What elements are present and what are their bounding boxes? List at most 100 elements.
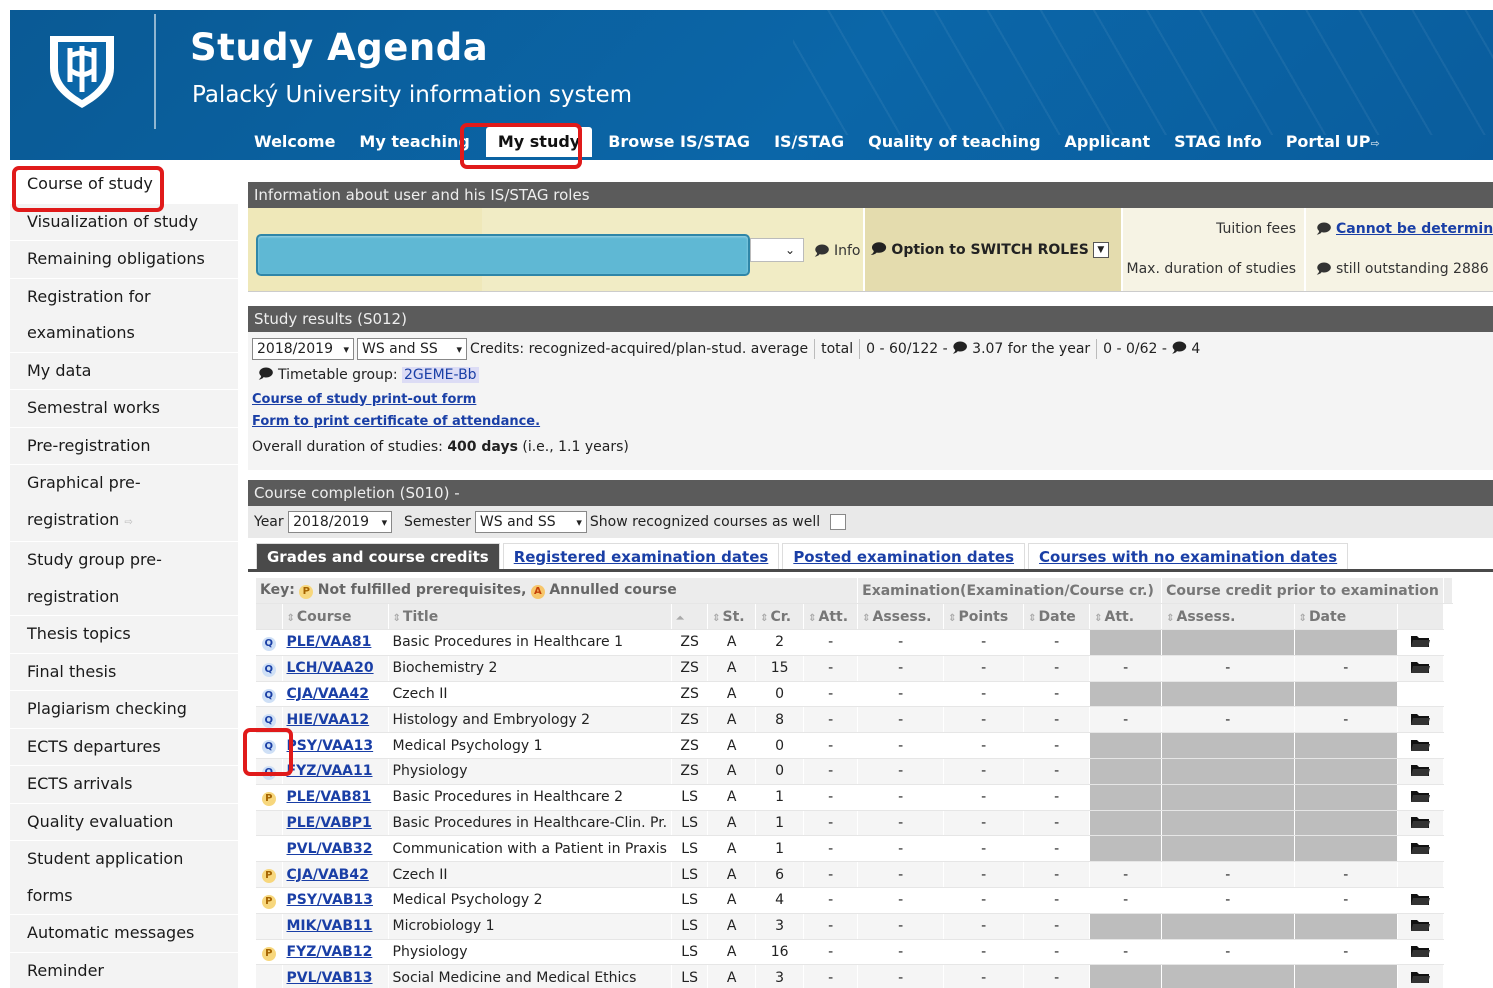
credits-column-header[interactable]: ⇕ Cr. bbox=[755, 603, 805, 631]
results-semester-select[interactable]: WS and SS ▾ bbox=[357, 338, 467, 360]
total-label: total bbox=[821, 341, 854, 357]
sidebar-item-automatic-messages[interactable]: Automatic messages bbox=[10, 915, 238, 953]
row-icon-cell bbox=[256, 835, 283, 863]
course-title-cell: Microbiology 1 bbox=[388, 913, 673, 940]
completion-year-select[interactable]: 2018/2019 ▾ bbox=[288, 511, 393, 533]
status-cell: A bbox=[707, 758, 757, 785]
courses-table: Key: P Not fulfilled prerequisites, A An… bbox=[256, 578, 1453, 988]
certificate-of-attendance-link[interactable]: Form to print certificate of attendance. bbox=[252, 414, 540, 429]
nav-portal-up[interactable]: Portal UP⇨ bbox=[1274, 127, 1392, 157]
folder-icon[interactable] bbox=[1410, 969, 1431, 983]
status-column-header[interactable]: ⇕ St. bbox=[707, 603, 757, 631]
credit-attempt-column-header[interactable]: ⇕ Att. bbox=[1089, 603, 1163, 631]
folder-icon[interactable] bbox=[1410, 737, 1431, 751]
tab-registered-examination-dates[interactable]: Registered examination dates bbox=[502, 543, 780, 569]
sidebar-item-thesis-topics[interactable]: Thesis topics bbox=[10, 616, 238, 654]
sidebar-item-final-thesis[interactable]: Final thesis bbox=[10, 654, 238, 691]
info-icon[interactable]: Q bbox=[261, 636, 276, 651]
folder-icon[interactable] bbox=[1410, 711, 1431, 725]
sidebar-item-pre-registration[interactable]: Pre-registration bbox=[10, 428, 238, 465]
course-code-cell: PSY/VAB13 bbox=[282, 887, 389, 914]
attempt-column-header[interactable]: ⇕ Att. bbox=[803, 603, 859, 631]
nav-browse-is-stag[interactable]: Browse IS/STAG bbox=[596, 127, 762, 157]
tab-grades-and-credits[interactable]: Grades and course credits bbox=[256, 543, 500, 569]
sidebar-item-student-application-forms[interactable]: Student application forms bbox=[10, 841, 238, 915]
switch-roles-button[interactable]: 🗩 Option to SWITCH ROLES ▼ bbox=[865, 208, 1123, 291]
course-code-link[interactable]: PLE/VAB81 bbox=[287, 789, 372, 805]
info-icon[interactable]: Q bbox=[261, 714, 276, 729]
tab-posted-examination-dates[interactable]: Posted examination dates bbox=[782, 543, 1026, 569]
course-code-link[interactable]: PSY/VAB13 bbox=[287, 892, 373, 908]
results-year-select[interactable]: 2018/2019 ▾ bbox=[252, 338, 354, 360]
timetable-group-value[interactable]: 2GEME-Bb bbox=[402, 367, 479, 383]
info-icon[interactable]: Q bbox=[261, 688, 276, 703]
folder-icon[interactable] bbox=[1410, 891, 1431, 906]
semester-cell: LS bbox=[671, 784, 709, 811]
status-column-label: St. bbox=[722, 608, 745, 625]
nav-stag-info[interactable]: STAG Info bbox=[1162, 127, 1274, 157]
sidebar-item-quality-evaluation[interactable]: Quality evaluation bbox=[10, 804, 238, 841]
credit-assessment-column-header[interactable]: ⇕ Assess. bbox=[1161, 603, 1295, 631]
credit-assessment-cell bbox=[1161, 629, 1295, 656]
row-icon-cell: P bbox=[256, 939, 283, 966]
course-code-link[interactable]: PVL/VAB32 bbox=[287, 841, 373, 857]
folder-cell bbox=[1397, 681, 1444, 708]
app-header: Study Agenda Palacký University informat… bbox=[10, 10, 1493, 160]
sidebar-item-plagiarism-checking[interactable]: Plagiarism checking bbox=[10, 691, 238, 729]
folder-icon[interactable] bbox=[1410, 943, 1431, 958]
credit-date-column-header[interactable]: ⇕ Date bbox=[1294, 603, 1399, 631]
folder-icon[interactable] bbox=[1410, 788, 1431, 803]
sidebar-item-registration-for-examinations[interactable]: Registration for examinations bbox=[10, 279, 238, 353]
completion-semester-select[interactable]: WS and SS ▾ bbox=[474, 511, 587, 533]
sidebar-item-remaining-obligations[interactable]: Remaining obligations bbox=[10, 241, 238, 279]
nav-is-stag[interactable]: IS/STAG bbox=[762, 127, 856, 157]
sidebar-item-my-data[interactable]: My data bbox=[10, 353, 238, 390]
nav-applicant[interactable]: Applicant bbox=[1053, 127, 1163, 157]
folder-icon[interactable] bbox=[1410, 633, 1431, 648]
user-role-select[interactable] bbox=[256, 234, 750, 276]
sidebar-item-study-group-pre-registration[interactable]: Study group pre-registration bbox=[10, 542, 238, 616]
course-code-link[interactable]: PSY/VAA13 bbox=[287, 738, 374, 754]
info-icon[interactable]: Q bbox=[261, 662, 276, 677]
course-code-link[interactable]: CJA/VAA42 bbox=[287, 686, 369, 702]
semester-column-header[interactable]: ⏶ bbox=[671, 603, 709, 631]
points-column-header[interactable]: ⇕ Points bbox=[943, 603, 1025, 631]
assessment-column-label: Assess. bbox=[872, 608, 932, 625]
role-dropdown[interactable]: ⌄ bbox=[750, 238, 804, 262]
nav-welcome[interactable]: Welcome bbox=[242, 127, 347, 157]
course-column-header[interactable]: ⇕ Course bbox=[282, 603, 389, 631]
sidebar: Course of study Visualization of study R… bbox=[10, 166, 238, 988]
course-code-link[interactable]: MIK/VAB11 bbox=[287, 918, 373, 934]
folder-icon[interactable] bbox=[1410, 762, 1431, 777]
course-code-link[interactable]: HIE/VAA12 bbox=[287, 712, 370, 728]
folder-icon[interactable] bbox=[1410, 840, 1431, 854]
year-average: 4 bbox=[1191, 341, 1201, 357]
sidebar-item-ects-arrivals[interactable]: ECTS arrivals bbox=[10, 766, 238, 804]
show-recognized-checkbox[interactable] bbox=[830, 514, 847, 530]
assessment-column-header[interactable]: ⇕ Assess. bbox=[857, 603, 945, 631]
course-code-link[interactable]: PLE/VAA81 bbox=[287, 634, 372, 650]
folder-icon[interactable] bbox=[1410, 814, 1431, 829]
credits-cell: 8 bbox=[755, 706, 805, 734]
credit-assessment-cell bbox=[1161, 913, 1295, 940]
title-column-header[interactable]: ⇕ Title bbox=[388, 603, 673, 631]
course-code-link[interactable]: FYZ/VAB12 bbox=[287, 944, 373, 960]
sidebar-item-reminder[interactable]: Reminder bbox=[10, 953, 238, 988]
course-code-link[interactable]: FYZ/VAA11 bbox=[287, 763, 373, 779]
tuition-fees-link[interactable]: Cannot be determine bbox=[1336, 221, 1493, 237]
folder-icon[interactable] bbox=[1410, 659, 1431, 674]
course-code-link[interactable]: LCH/VAA20 bbox=[287, 660, 374, 676]
nav-quality-of-teaching[interactable]: Quality of teaching bbox=[856, 127, 1052, 157]
chevron-down-icon: ⌄ bbox=[784, 243, 796, 257]
tab-courses-no-examination-dates[interactable]: Courses with no examination dates bbox=[1028, 543, 1349, 569]
course-of-study-printout-link[interactable]: Course of study print-out form bbox=[252, 392, 476, 407]
course-code-link[interactable]: PVL/VAB13 bbox=[287, 970, 373, 986]
sidebar-item-ects-departures[interactable]: ECTS departures bbox=[10, 729, 238, 766]
date-column-header[interactable]: ⇕ Date bbox=[1023, 603, 1091, 631]
info-link[interactable]: 🗩 Info bbox=[814, 240, 861, 264]
course-code-link[interactable]: CJA/VAB42 bbox=[287, 867, 369, 883]
course-code-link[interactable]: PLE/VABP1 bbox=[287, 815, 372, 831]
sidebar-item-graphical-pre-registration[interactable]: Graphical pre-registration ⇨ bbox=[10, 465, 238, 542]
folder-icon[interactable] bbox=[1410, 917, 1431, 932]
sidebar-item-semestral-works[interactable]: Semestral works bbox=[10, 390, 238, 428]
